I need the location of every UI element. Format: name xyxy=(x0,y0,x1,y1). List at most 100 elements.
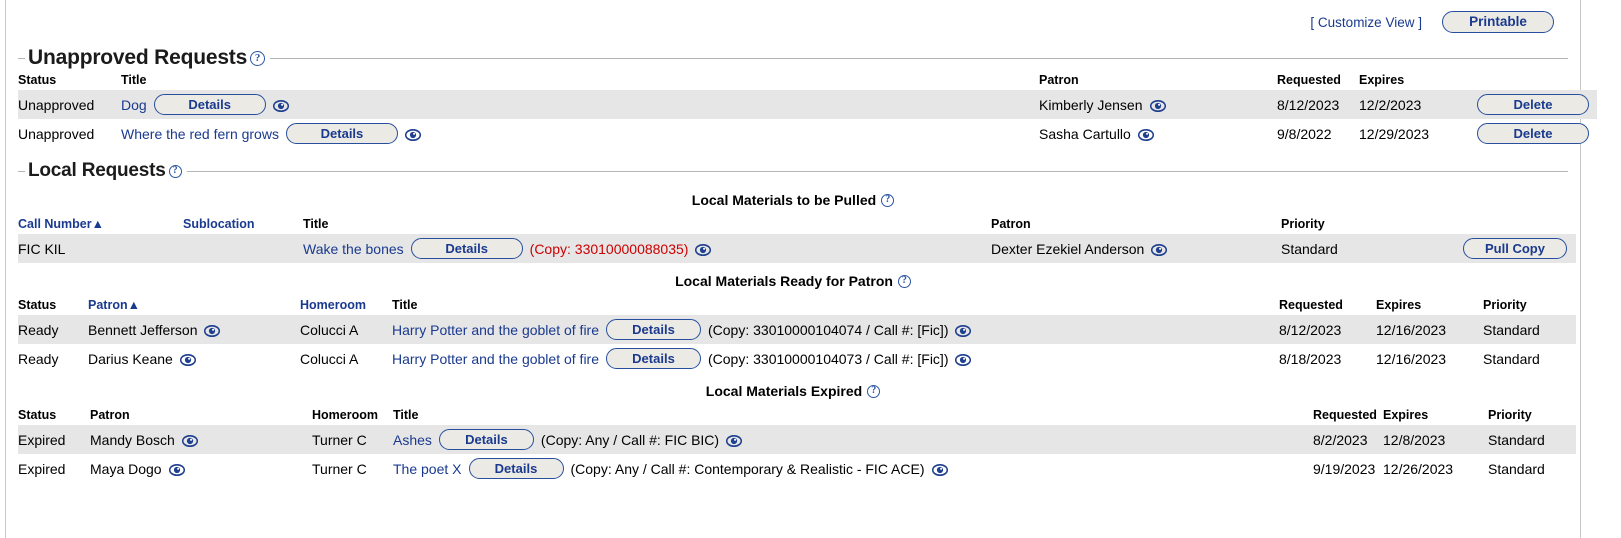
priority-cell: Standard xyxy=(1281,234,1463,263)
heading-label: Local Materials Ready for Patron xyxy=(675,273,893,289)
copy-eye-icon[interactable] xyxy=(931,463,948,476)
requested-cell: 8/12/2023 xyxy=(1277,90,1359,119)
help-icon[interactable]: ? xyxy=(250,50,266,66)
col-requested: Requested xyxy=(1277,73,1341,87)
priority-cell: Standard xyxy=(1488,460,1545,477)
table-row: Ready Darius Keane Colucci A Harry Potte… xyxy=(18,344,1576,373)
col-expires: Expires xyxy=(1376,298,1422,312)
title-link[interactable]: Harry Potter and the goblet of fire xyxy=(392,322,599,338)
preview-eye-icon[interactable] xyxy=(272,99,289,112)
table-row: Expired Mandy Bosch Turner C Ashes Detai… xyxy=(18,425,1576,454)
pull-copy-button[interactable]: Pull Copy xyxy=(1463,238,1567,259)
expires-cell: 12/16/2023 xyxy=(1376,350,1447,367)
patron-eye-icon[interactable] xyxy=(1151,243,1168,256)
delete-button[interactable]: Delete xyxy=(1477,94,1589,115)
table-row: Expired Maya Dogo Turner C The poet X De… xyxy=(18,454,1576,483)
help-icon[interactable]: ? xyxy=(881,193,895,207)
col-actions xyxy=(1477,70,1597,90)
patron-eye-icon[interactable] xyxy=(179,353,196,366)
copy-info: (Copy: Any / Call #: Contemporary & Real… xyxy=(570,460,925,477)
title-cell: Harry Potter and the goblet of fire Deta… xyxy=(392,344,1279,373)
requested-cell: 9/19/2023 xyxy=(1313,460,1376,477)
col-title: Title xyxy=(121,73,147,87)
details-button[interactable]: Details xyxy=(468,458,564,479)
requested-cell: 9/8/2022 xyxy=(1277,125,1332,142)
details-button[interactable]: Details xyxy=(410,238,523,259)
col-call-number[interactable]: Call Number▲ xyxy=(18,214,183,234)
customize-view-close-bracket: ] xyxy=(1418,14,1422,30)
patron-eye-icon[interactable] xyxy=(1149,99,1166,112)
col-patron: Patron xyxy=(90,408,130,422)
status-cell: Expired xyxy=(18,425,90,454)
col-expires: Expires xyxy=(1383,408,1429,422)
title-link[interactable]: Wake the bones xyxy=(303,241,404,257)
col-homeroom[interactable]: Homeroom xyxy=(300,295,392,315)
status-cell[interactable]: Unapproved xyxy=(18,119,121,148)
patron-cell: Dexter Ezekiel Anderson xyxy=(991,234,1281,263)
title-link[interactable]: Harry Potter and the goblet of fire xyxy=(392,351,599,367)
status-cell: Expired xyxy=(18,460,66,477)
expires-cell: 12/26/2023 xyxy=(1383,460,1454,477)
title-link[interactable]: Dog xyxy=(121,97,147,113)
patron-eye-icon[interactable] xyxy=(204,324,221,337)
priority-cell: Standard xyxy=(1483,350,1540,367)
printable-button[interactable]: Printable xyxy=(1442,11,1554,33)
customize-view-open-bracket: [ xyxy=(1310,14,1315,30)
copy-eye-icon[interactable] xyxy=(955,324,972,337)
patron-eye-icon[interactable] xyxy=(1137,128,1154,141)
table-row: Unapproved Dog Details Kimberly Jensen 8… xyxy=(18,90,1597,119)
col-patron: Patron xyxy=(1039,73,1079,87)
title-link[interactable]: The poet X xyxy=(393,461,462,477)
col-homeroom: Homeroom xyxy=(312,408,378,422)
status-cell[interactable]: Unapproved xyxy=(18,90,121,119)
help-icon[interactable]: ? xyxy=(867,384,881,398)
patron-eye-icon[interactable] xyxy=(181,434,198,447)
patron-cell: Kimberly Jensen xyxy=(1039,90,1277,119)
title-link[interactable]: Where the red fern grows xyxy=(121,126,279,142)
ready-for-patron-table: Status Patron▲ Homeroom Title Requested … xyxy=(18,295,1576,373)
unapproved-requests-legend: Unapproved Requests ? xyxy=(18,46,1568,70)
customize-view-label[interactable]: Customize View xyxy=(1318,15,1415,30)
col-patron[interactable]: Patron▲ xyxy=(88,295,300,315)
copy-eye-icon[interactable] xyxy=(695,243,712,256)
priority-cell: Standard xyxy=(1488,425,1576,454)
unapproved-requests-title: Unapproved Requests xyxy=(28,46,248,69)
title-cell: Ashes Details (Copy: Any / Call #: FIC B… xyxy=(393,425,1313,454)
patron-name: Sasha Cartullo xyxy=(1039,125,1131,142)
status-cell: Ready xyxy=(18,350,59,367)
col-title: Title xyxy=(392,298,418,312)
col-priority: Priority xyxy=(1483,298,1527,312)
copy-eye-icon[interactable] xyxy=(725,434,743,447)
help-icon[interactable]: ? xyxy=(168,164,182,178)
copy-info: (Copy: 33010000104074 / Call #: [Fic]) xyxy=(708,321,949,338)
patron-name: Maya Dogo xyxy=(90,460,162,477)
col-priority: Priority xyxy=(1488,408,1532,422)
legend-rule xyxy=(270,57,1568,59)
details-button[interactable]: Details xyxy=(153,94,266,115)
details-button[interactable]: Details xyxy=(606,348,701,369)
table-header-row: Status Patron▲ Homeroom Title Requested … xyxy=(18,295,1576,315)
ready-for-patron-body: Ready Bennett Jefferson Colucci A Harry … xyxy=(18,315,1576,373)
legend-rule xyxy=(186,170,1568,172)
col-title: Title xyxy=(303,217,329,231)
details-button[interactable]: Details xyxy=(606,319,701,340)
expires-cell: 12/29/2023 xyxy=(1359,125,1430,142)
sort-ascending-icon: ▲ xyxy=(91,217,105,231)
details-button[interactable]: Details xyxy=(438,429,534,450)
help-icon[interactable]: ? xyxy=(897,274,911,288)
expired-body: Expired Mandy Bosch Turner C Ashes Detai… xyxy=(18,425,1576,483)
table-header-row: Call Number▲ Sublocation Title Patron Pr… xyxy=(18,214,1576,234)
details-button[interactable]: Details xyxy=(285,123,398,144)
homeroom-cell: Colucci A xyxy=(300,350,359,367)
customize-view-link[interactable]: [ Customize View ] xyxy=(1310,15,1422,30)
unapproved-requests-table: Status Title Patron Requested Expires Un… xyxy=(18,70,1597,148)
preview-eye-icon[interactable] xyxy=(404,128,422,141)
col-call-number-label: Call Number xyxy=(18,217,92,231)
homeroom-cell: Colucci A xyxy=(300,315,392,344)
unapproved-requests-body: Unapproved Dog Details Kimberly Jensen 8… xyxy=(18,90,1597,148)
copy-eye-icon[interactable] xyxy=(955,353,972,366)
title-link[interactable]: Ashes xyxy=(393,432,432,448)
col-sublocation[interactable]: Sublocation xyxy=(183,214,303,234)
patron-eye-icon[interactable] xyxy=(168,463,185,476)
delete-button[interactable]: Delete xyxy=(1477,123,1589,144)
